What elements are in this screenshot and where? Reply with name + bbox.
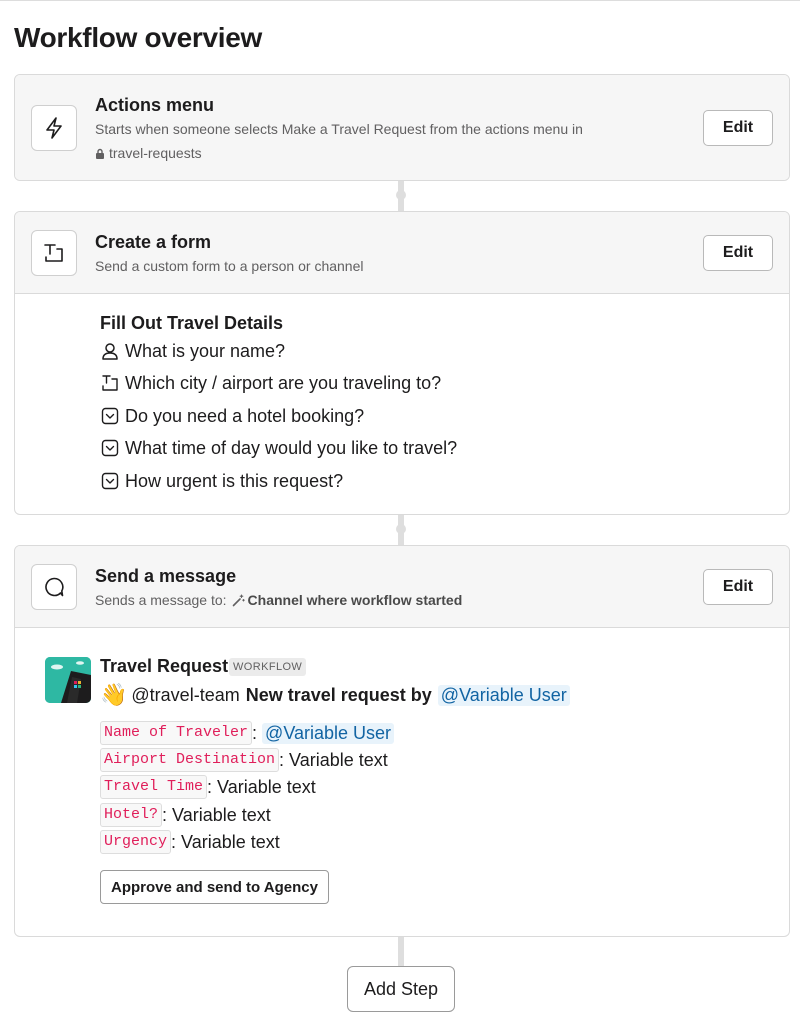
message-field-row: Airport Destination : Variable text [100,747,388,773]
form-field-label: How urgent is this request? [125,470,344,491]
field-value: Variable text [181,831,280,852]
dropdown-icon [100,471,120,491]
step-title: Create a form [95,232,212,252]
approve-button[interactable]: Approve and send to Agency [100,870,329,904]
step-connector [398,937,404,967]
form-field-label: What time of day would you like to trave… [125,437,458,458]
channel-line: travel-requests [95,141,202,165]
sender-name[interactable]: Travel Request [100,656,228,677]
step-title: Actions menu [95,95,215,115]
lightning-icon [31,105,77,151]
step-card-send-message: Send a message Sends a message to: Chann… [14,545,790,937]
form-field: What is your name? [100,339,285,363]
form-field: Do you need a hotel booking? [100,404,364,428]
dropdown-icon [100,438,120,458]
message-field-row: Name of Traveler : @Variable User [100,720,395,746]
team-mention[interactable]: @travel-team [131,685,239,706]
field-value-mention[interactable]: @Variable User [262,722,395,744]
workflow-badge: WORKFLOW [229,658,307,676]
field-key: Travel Time [100,775,208,799]
message-field-row: Travel Time : Variable text [100,774,316,800]
field-separator: : [207,776,218,797]
text-field-icon [100,373,120,393]
field-value: Variable text [217,776,316,797]
step-header: Create a form Send a custom form to a pe… [15,212,789,294]
field-separator: : [279,749,290,770]
form-field-label: Which city / airport are you traveling t… [125,372,442,393]
wave-emoji-icon: 👋 [100,682,128,707]
channel-name[interactable]: travel-requests [109,141,202,165]
field-separator: : [171,831,182,852]
form-icon [31,230,77,276]
step-card-actions-menu: Actions menu Starts when someone selects… [14,74,790,181]
field-key: Hotel? [100,803,163,827]
field-separator: : [252,722,263,743]
user-mention[interactable]: @Variable User [437,684,570,706]
edit-send-message-button[interactable]: Edit [703,569,773,605]
form-field: How urgent is this request? [100,469,343,493]
field-key: Urgency [100,830,172,854]
top-divider [0,0,800,1]
field-value: Variable text [289,749,388,770]
lock-icon [95,148,105,159]
step-card-create-form: Create a form Send a custom form to a pe… [14,211,790,515]
message-headline: 👋 @travel-team New travel request by @Va… [100,680,570,710]
headline-text: New travel request by [245,684,432,705]
field-key: Airport Destination [100,748,280,772]
field-separator: : [162,804,173,825]
message-target: Channel where workflow started [247,592,463,608]
form-field: What time of day would you like to trave… [100,436,457,460]
person-icon [100,341,120,361]
form-name: Fill Out Travel Details [100,313,284,333]
add-step-button[interactable]: Add Step [347,966,455,1012]
message-field-row: Urgency : Variable text [100,829,280,855]
step-description: Sends a message to: Channel where workfl… [95,588,462,612]
workflow-avatar [45,657,91,703]
form-field-label: What is your name? [125,340,286,361]
connector-dot [396,524,406,534]
magic-wand-icon [232,593,245,607]
message-field-row: Hotel? : Variable text [100,802,271,828]
form-field-label: Do you need a hotel booking? [125,405,365,426]
dropdown-icon [100,406,120,426]
message-bubble-icon [31,564,77,610]
edit-actions-menu-button[interactable]: Edit [703,110,773,146]
step-description: Send a custom form to a person or channe… [95,258,364,274]
step-header: Actions menu Starts when someone selects… [15,75,789,180]
field-value: Variable text [172,804,271,825]
edit-create-form-button[interactable]: Edit [703,235,773,271]
connector-dot [396,190,406,200]
form-field: Which city / airport are you traveling t… [100,371,441,395]
step-header: Send a message Sends a message to: Chann… [15,546,789,628]
description-prefix: Sends a message to: [95,592,227,608]
field-key: Name of Traveler [100,721,253,745]
page-title: Workflow overview [14,22,263,53]
step-title: Send a message [95,566,237,586]
step-description: Starts when someone selects Make a Trave… [95,121,583,137]
